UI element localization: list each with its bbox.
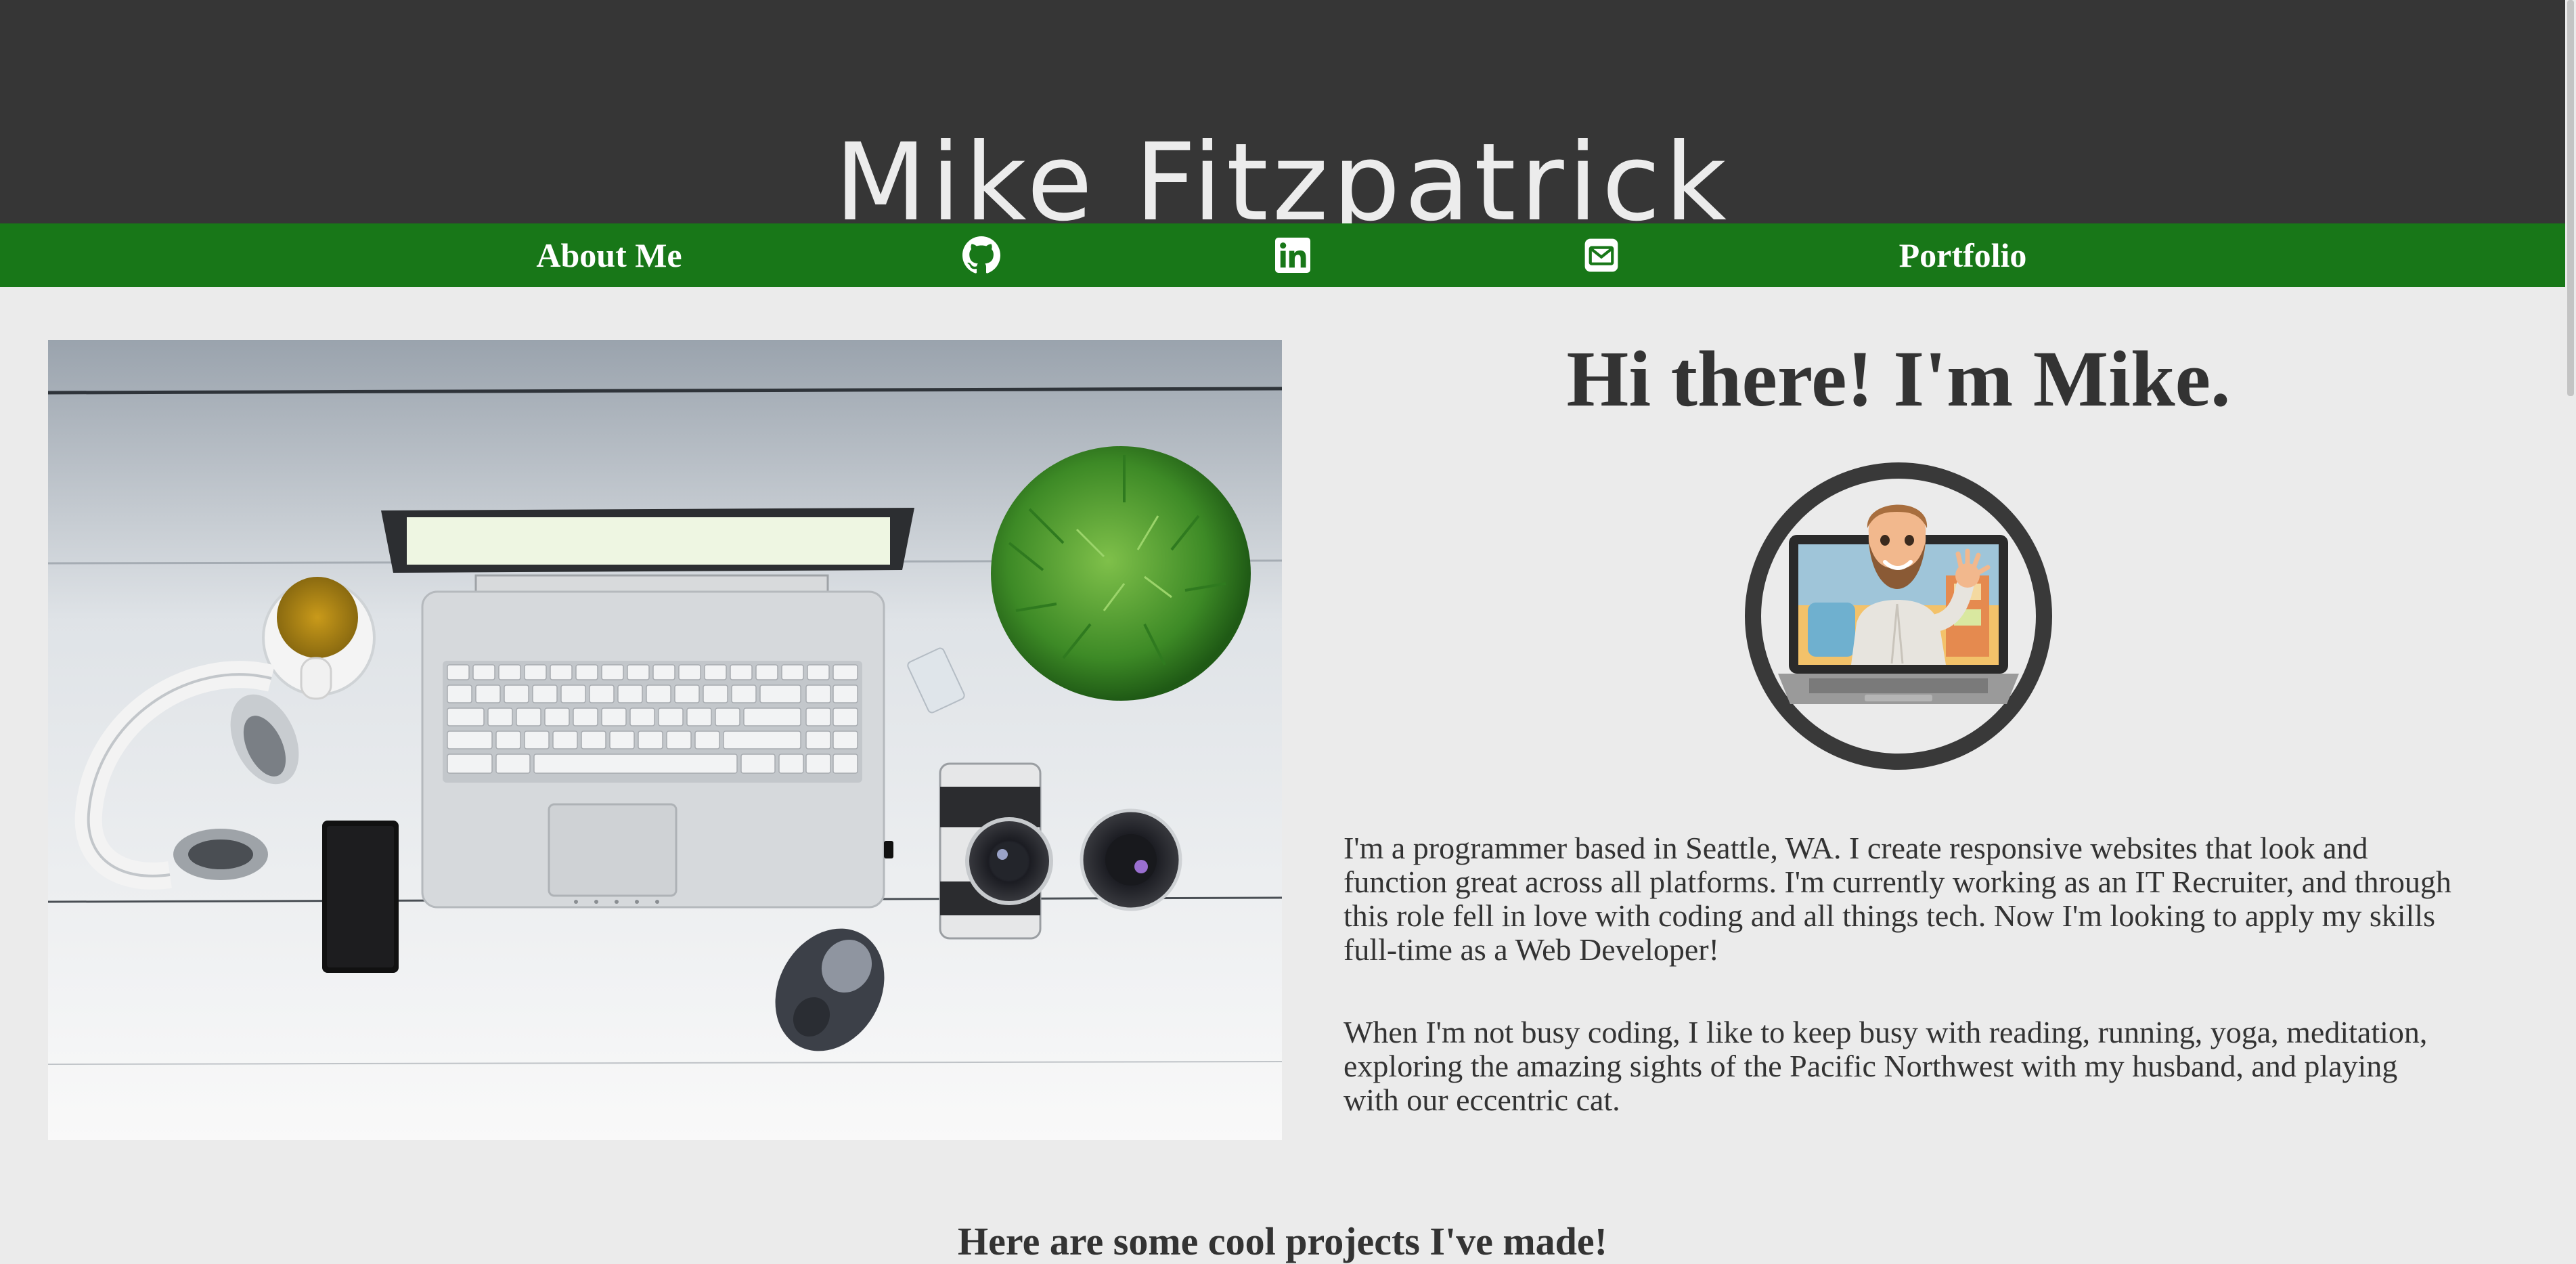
bio-paragraph-2: When I'm not busy coding, I like to keep… xyxy=(1343,1015,2428,1117)
scrollbar-thumb[interactable] xyxy=(2567,0,2574,396)
bio-paragraph-1: I'm a programmer based in Seattle, WA. I… xyxy=(1343,831,2451,967)
avatar xyxy=(1743,460,2054,772)
page-scrollbar[interactable] xyxy=(2565,0,2576,1263)
github-link[interactable] xyxy=(948,223,1015,287)
site-header: Mike Fitzpatrick xyxy=(0,0,2565,236)
linkedin-link[interactable] xyxy=(1259,223,1327,287)
greeting-heading: Hi there! I'm Mike. xyxy=(1566,334,2231,423)
github-icon xyxy=(962,236,1000,274)
site-title: Mike Fitzpatrick xyxy=(835,120,1731,245)
email-link[interactable] xyxy=(1568,223,1635,287)
nav-portfolio-link[interactable]: Portfolio xyxy=(1827,223,2098,287)
linkedin-icon xyxy=(1275,238,1310,273)
projects-heading: Here are some cool projects I've made! xyxy=(958,1219,1607,1263)
nav-bar: About Me Portfolio xyxy=(0,223,2565,287)
envelope-icon xyxy=(1584,238,1618,272)
nav-about-me-link[interactable]: About Me xyxy=(474,223,745,287)
hero-desk-photo xyxy=(48,340,1282,1140)
